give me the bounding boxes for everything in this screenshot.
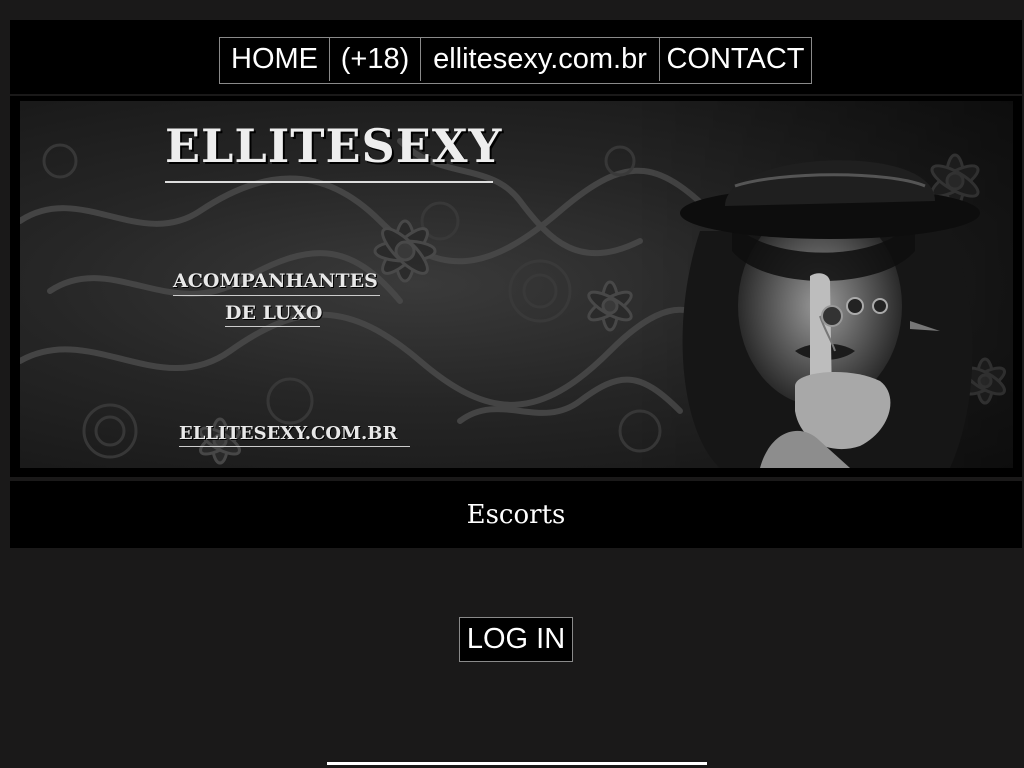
page: HOME (+18) ellitesexy.com.br CONTACT ELL… xyxy=(0,0,1024,768)
url-underline xyxy=(179,446,410,447)
model-photo xyxy=(640,101,1013,468)
bottom-divider xyxy=(327,762,707,765)
tagline-underline-2 xyxy=(225,326,320,327)
tagline-line-1: ACOMPANHANTES xyxy=(173,270,378,292)
page-subtitle: Escorts xyxy=(466,499,566,530)
nav-contact-link[interactable]: CONTACT xyxy=(660,38,811,81)
tagline-line-2: DE LUXO xyxy=(225,302,323,324)
nav-site-link[interactable]: ellitesexy.com.br xyxy=(421,38,660,81)
brand-title: ELLITESEXY xyxy=(165,119,503,173)
subtitle-band: Escorts xyxy=(10,481,1022,548)
nav-home-link[interactable]: HOME xyxy=(220,38,330,81)
nav-adult-link[interactable]: (+18) xyxy=(330,38,421,81)
top-nav: HOME (+18) ellitesexy.com.br CONTACT xyxy=(219,37,812,84)
tagline-underline-1 xyxy=(173,295,380,296)
login-button[interactable]: LOG IN xyxy=(459,617,573,662)
banner-url-text: ELLITESEXY.COM.BR xyxy=(179,423,398,444)
hero-banner: ELLITESEXY ACOMPANHANTES DE LUXO ELLITES… xyxy=(20,101,1013,468)
title-underline xyxy=(165,181,493,183)
